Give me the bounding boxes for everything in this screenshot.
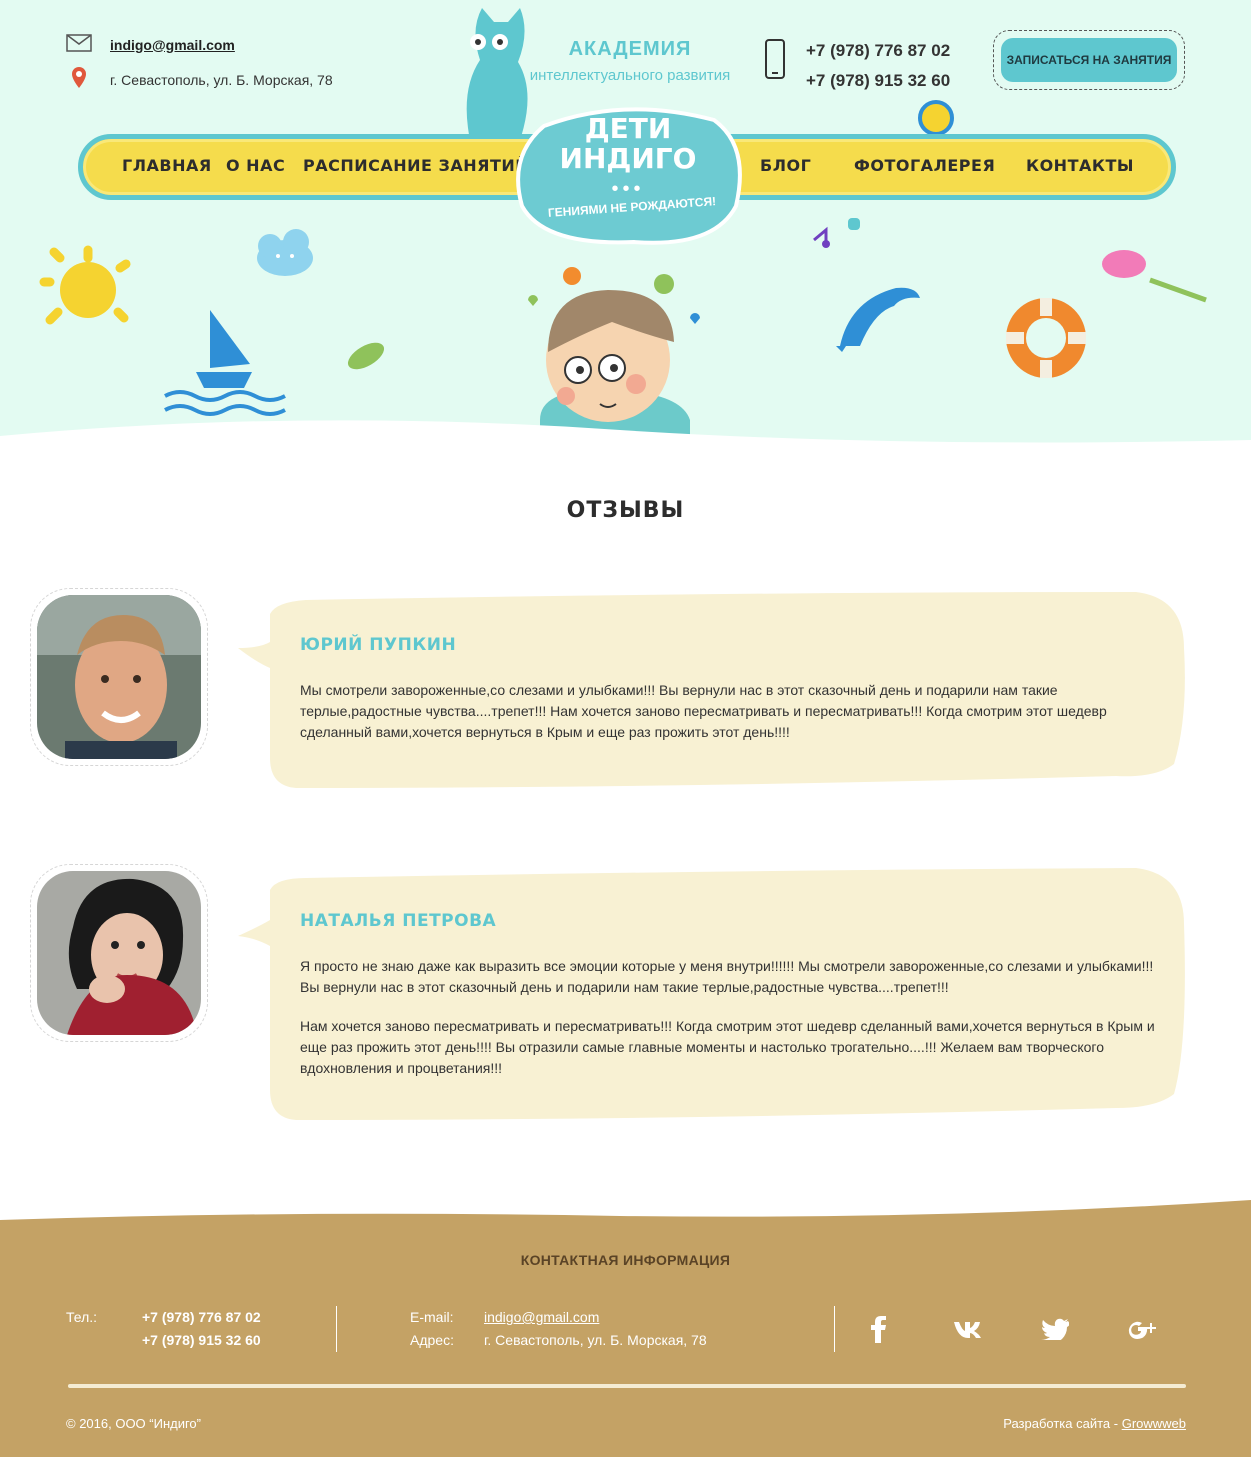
footer-divider-1 [336,1306,337,1352]
lifebuoy-icon [1006,298,1086,378]
sun-icon [39,245,131,325]
nav-item-home[interactable]: ГЛАВНАЯ [122,156,212,175]
header-phone-2[interactable]: +7 (978) 915 32 60 [806,66,950,96]
header-wave [0,420,1251,480]
logo-line-1: ДЕТИ [584,112,672,145]
developer-credit: Разработка сайта - Growwweb [1003,1416,1186,1431]
footer-phone-label: Тел.: [66,1309,98,1325]
review-1-text: Мы смотрели завороженные,со слезами и ул… [300,682,1107,740]
review-1-name: ЮРИЙ ПУПКИН [300,635,457,655]
review-2-avatar-frame [30,864,208,1042]
twitter-icon[interactable] [1040,1314,1070,1344]
vk-icon[interactable] [952,1314,982,1344]
review-2-text-2: Нам хочется заново пересматривать и пере… [300,1018,1155,1076]
review-2-avatar [37,871,201,1035]
review-2-name: НАТАЛЬЯ ПЕТРОВА [300,911,497,931]
copyright: © 2016, ООО “Индиго” [66,1416,201,1431]
facebook-icon[interactable] [864,1314,894,1344]
brand: АКАДЕМИЯ интеллектуального развития [515,38,745,84]
footer-separator [68,1384,1186,1388]
footer-divider-2 [834,1306,835,1352]
nav-item-blog[interactable]: БЛОГ [760,156,811,175]
dolphin-icon [836,287,920,352]
smartphone-icon [764,38,790,96]
header-phone-1[interactable]: +7 (978) 776 87 02 [806,36,950,66]
header-email-link[interactable]: indigo@gmail.com [110,37,235,53]
signup-button-frame: ЗАПИСАТЬСЯ НА ЗАНЯТИЯ [993,30,1185,90]
envelope-icon [66,34,92,55]
leaf-icon [347,342,385,370]
nav-item-gallery[interactable]: ФОТОГАЛЕРЕЯ [854,156,995,175]
footer-phone-2[interactable]: +7 (978) 915 32 60 [142,1332,261,1348]
footer-email-label: E-mail: [410,1309,454,1325]
developer-link[interactable]: Growwweb [1122,1416,1186,1431]
footer-address-label: Адрес: [410,1332,454,1348]
review-2-text-1: Я просто не знаю даже как выразить все э… [300,958,1154,995]
header-email: indigo@gmail.com [66,34,235,55]
brand-title: АКАДЕМИЯ [568,38,692,60]
nav-item-contacts[interactable]: КОНТАКТЫ [1026,156,1134,175]
header-address: г. Севастополь, ул. Б. Морская, 78 [66,66,333,93]
page-title: ОТЗЫВЫ [566,498,685,523]
sailboat-icon [164,310,286,416]
developer-prefix: Разработка сайта - [1003,1416,1122,1431]
signup-button[interactable]: ЗАПИСАТЬСЯ НА ЗАНЯТИЯ [1001,38,1177,82]
logo-title: ДЕТИ ИНДИГО [514,114,742,174]
brand-subtitle: интеллектуального развития [529,67,731,84]
cloud-icon [257,229,313,276]
map-pin-icon [66,66,92,93]
paintbrush-icon [1102,250,1207,303]
header-address-text: г. Севастополь, ул. Б. Морская, 78 [110,71,333,88]
footer-address: г. Севастополь, ул. Б. Морская, 78 [484,1332,707,1348]
footer-phone-1[interactable]: +7 (978) 776 87 02 [142,1309,261,1325]
header-phones: +7 (978) 776 87 02 +7 (978) 915 32 60 [764,36,950,96]
nav-item-schedule[interactable]: РАСПИСАНИЕ ЗАНЯТИЙ [303,156,529,175]
review-1-avatar-frame [30,588,208,766]
footer-email-link[interactable]: indigo@gmail.com [484,1309,599,1325]
google-plus-icon[interactable] [1128,1314,1158,1344]
footer-title: КОНТАКТНАЯ ИНФОРМАЦИЯ [520,1252,731,1268]
logo-line-2: ИНДИГО [559,142,697,175]
toy-icon [918,100,954,136]
music-note-icon [813,218,860,248]
review-1-avatar [37,595,201,759]
nav-item-about[interactable]: О НАС [226,156,285,175]
